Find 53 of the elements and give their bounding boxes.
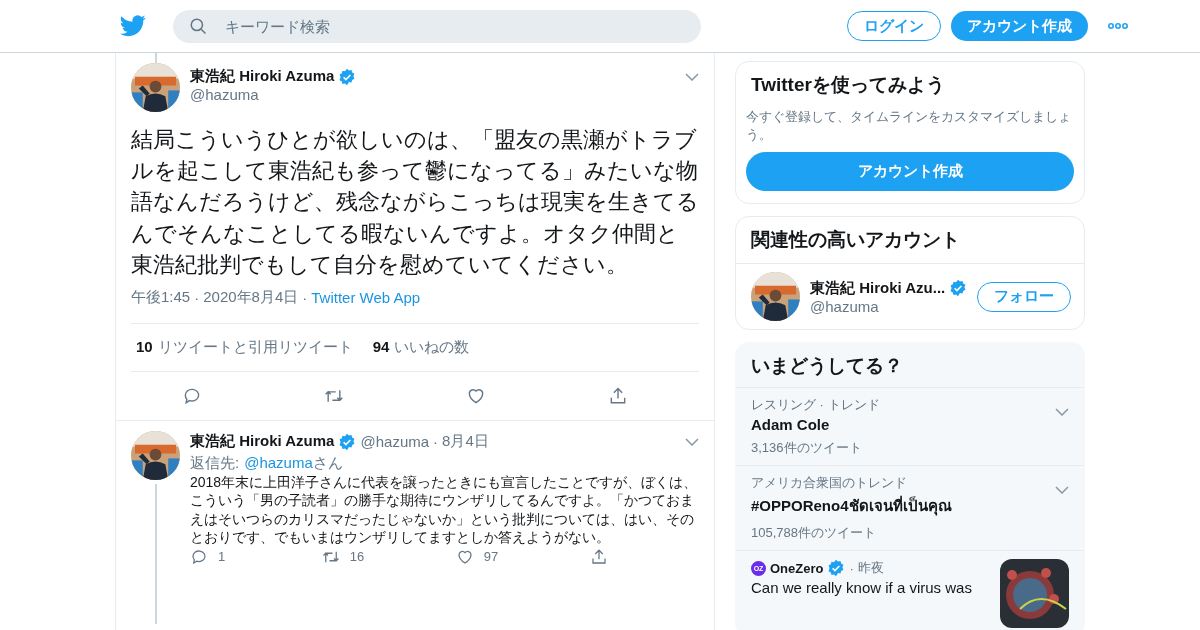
bird-logo-icon[interactable] (120, 15, 146, 37)
honorific: さん (312, 454, 343, 472)
tweet-count: 3,136件のツイート (751, 439, 863, 458)
signup-button[interactable]: アカウント作成 (746, 152, 1074, 192)
author-name[interactable]: 東浩紀 Hiroki Azuma (190, 67, 335, 86)
chevron-down-icon[interactable] (1055, 486, 1069, 495)
tweet-stat[interactable]: 94 いいねの数 (372, 338, 470, 358)
chevron-down-icon[interactable] (1055, 408, 1069, 417)
separator-dot: · (194, 289, 200, 307)
more-icon[interactable] (1108, 23, 1128, 29)
speech-bubble-icon (190, 547, 208, 566)
speech-bubble-icon (182, 386, 202, 407)
card-title: Twitterを使ってみよう (750, 73, 946, 97)
card-title: 関連性の高いアカウント (736, 217, 1084, 265)
card-title: いまどうしてる？ (750, 354, 904, 379)
search-field[interactable]: キーワード検索 (173, 9, 701, 43)
tweet-count: 105,788件のツイート (751, 524, 877, 543)
source-link[interactable]: Twitter Web App (311, 289, 421, 307)
reply-to-label: 返信先: (190, 454, 240, 474)
retweet-button[interactable]: 16 (321, 547, 365, 566)
trend-name[interactable]: Adam Cole (751, 416, 880, 434)
search-icon (189, 17, 207, 35)
news-headline[interactable]: Can we really know if a virus was (751, 579, 972, 597)
author-handle[interactable]: @hazuma (360, 433, 430, 451)
chevron-down-icon[interactable] (685, 437, 699, 446)
trend-context: レスリング · トレンド (751, 396, 880, 415)
tweet-stat[interactable]: 10 リツイートと引用リツイート (136, 338, 353, 358)
tweet-date: 8月4日 (442, 432, 489, 452)
author-handle[interactable]: @hazuma (190, 86, 675, 103)
like-button[interactable]: 97 (455, 547, 499, 566)
search-input[interactable]: キーワード検索 (223, 16, 701, 36)
account-name[interactable]: 東浩紀 Hiroki Azu... (810, 278, 946, 298)
chevron-down-icon[interactable] (685, 73, 699, 81)
tweet-time: 午後1:45 (131, 288, 191, 308)
signup-button[interactable]: アカウント作成 (951, 11, 1088, 41)
reply-text: 2018年末に上田洋子さんに代表を譲ったときにも宣言したことですが、ぼくは、こういう「男の子読者」の勝手な期待にウンザリしてるんですよ。「かつておまえはそいつらのカリスマだったじゃないか」という批判については、はい、そのとおりです、でもいまはウンザリしてますとしか答えようがない。 (190, 473, 699, 546)
author-name[interactable]: 東浩紀 Hiroki Azuma (190, 432, 335, 452)
reply-button[interactable]: 1 (190, 547, 230, 566)
account-handle[interactable]: @hazuma (810, 297, 968, 315)
trend-context: アメリカ合衆国のトレンド (751, 474, 908, 493)
mention-link[interactable]: @hazuma (244, 454, 313, 472)
login-button[interactable]: ログイン (847, 11, 941, 41)
trend-name[interactable]: #OPPOReno4ชัดเจนที่เป็นคุณ (751, 494, 952, 519)
separator-dot: · (302, 289, 308, 307)
follow-button[interactable]: フォロー (977, 281, 1072, 312)
news-time: 昨夜 (857, 559, 884, 578)
card-description: 今すぐ登録して、タイムラインをカスタマイズしましょう。 (746, 109, 1072, 145)
share-icon (590, 547, 608, 566)
tweet-date: 2020年8月4日 (203, 288, 299, 308)
separator-dot: · (433, 433, 439, 451)
source-name: OneZero (770, 560, 824, 576)
tweet-text: 結局こういうひとが欲しいのは、「盟友の黒瀬がトラブルを起こして東浩紀も参って鬱になってる」みたいな物語なんだろうけど、残念ながらこっちは現実を生きてるんでそんなことしてる暇ないんですよ。オタク仲間と東浩紀批判でもして自分を慰めていてください。 (131, 126, 699, 279)
separator-dot: · (849, 560, 854, 576)
